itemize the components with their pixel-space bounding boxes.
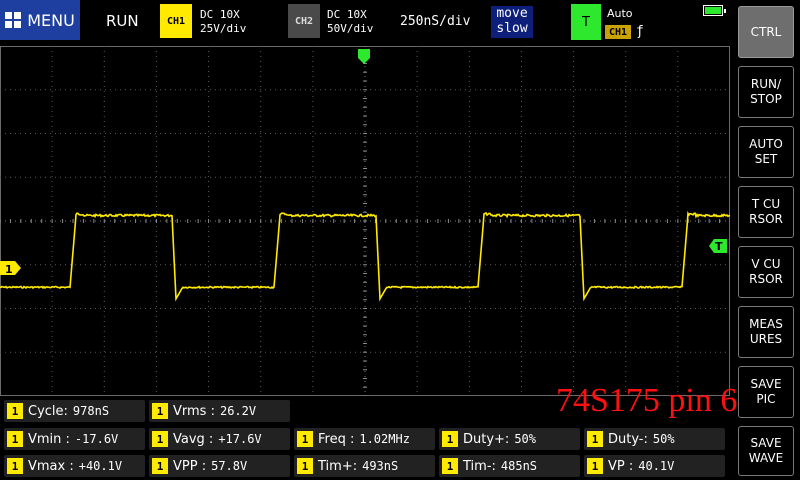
- measurement-name: Tim-:: [463, 458, 496, 474]
- ch1-scale: 25V/div: [200, 22, 247, 35]
- measurement-channel-tag: 1: [442, 431, 458, 447]
- measurement-vavg[interactable]: 1 Vavg : +17.6V: [149, 428, 290, 450]
- ch1-settings[interactable]: DC 10X 25V/div: [200, 8, 246, 36]
- measurement-value: 40.1V: [638, 459, 675, 473]
- measurement-dutyplus[interactable]: 1 Duty+: 50%: [439, 428, 580, 450]
- measurement-value: 50%: [652, 432, 675, 446]
- measurement-name: Duty+:: [463, 431, 510, 447]
- measurement-timplus[interactable]: 1 Tim+: 493nS: [294, 455, 435, 477]
- measurement-dutyminus[interactable]: 1 Duty-: 50%: [584, 428, 725, 450]
- measurement-name: Tim+:: [318, 458, 358, 474]
- menu-label: MENU: [27, 10, 75, 30]
- ch1-marker-label: 1: [5, 263, 13, 276]
- move-speed: slow: [496, 21, 528, 36]
- measurement-vp[interactable]: 1 VP : 40.1V: [584, 455, 725, 477]
- side-button-measures[interactable]: MEAS URES: [738, 306, 794, 358]
- measurement-channel-tag: 1: [152, 431, 168, 447]
- measurement-channel-tag: 1: [7, 458, 23, 474]
- measurement-name: Vmin :: [28, 431, 70, 447]
- measurement-value: -17.6V: [74, 432, 119, 446]
- side-button-savepic[interactable]: SAVE PIC: [738, 366, 794, 418]
- trigger-marker-label: T: [715, 240, 723, 253]
- ch2-coupling: DC 10X: [327, 8, 367, 21]
- trigger-source[interactable]: CH1: [605, 25, 631, 39]
- oscilloscope-screen[interactable]: 1 T: [0, 46, 730, 396]
- menu-button[interactable]: MENU: [0, 0, 80, 40]
- measurement-vmin[interactable]: 1 Vmin : -17.6V: [4, 428, 145, 450]
- side-button-vcursor[interactable]: V CU RSOR: [738, 246, 794, 298]
- measurement-vrms[interactable]: 1 Vrms : 26.2V: [149, 400, 290, 422]
- measurement-name: Cycle:: [28, 403, 68, 419]
- ch2-badge[interactable]: CH2: [288, 4, 320, 38]
- measurement-channel-tag: 1: [7, 403, 23, 419]
- measurement-freq[interactable]: 1 Freq : 1.02MHz: [294, 428, 435, 450]
- ch1-badge[interactable]: CH1: [160, 4, 192, 38]
- measurement-channel-tag: 1: [587, 431, 603, 447]
- measurement-channel-tag: 1: [442, 458, 458, 474]
- trigger-mode[interactable]: Auto: [607, 7, 633, 20]
- measurement-vmax[interactable]: 1 Vmax : +40.1V: [4, 455, 145, 477]
- menu-grid-icon: [5, 12, 22, 28]
- side-button-savewave[interactable]: SAVE WAVE: [738, 426, 794, 476]
- measurement-value: 57.8V: [211, 459, 248, 473]
- measurement-cycle[interactable]: 1 Cycle: 978nS: [4, 400, 145, 422]
- measurement-name: Duty-:: [608, 431, 648, 447]
- measurement-timminus[interactable]: 1 Tim-: 485nS: [439, 455, 580, 477]
- measurement-channel-tag: 1: [587, 458, 603, 474]
- trigger-badge[interactable]: T: [571, 4, 601, 40]
- battery-icon: [703, 5, 726, 16]
- move-speed-toggle[interactable]: move slow: [491, 6, 533, 38]
- measurement-value: 978nS: [72, 404, 110, 418]
- measurement-vpp[interactable]: 1 VPP : 57.8V: [149, 455, 290, 477]
- measurement-name: Vavg :: [173, 431, 214, 447]
- measurement-channel-tag: 1: [297, 458, 313, 474]
- measurement-value: 26.2V: [219, 404, 257, 418]
- side-button-autoset[interactable]: AUTO SET: [738, 126, 794, 178]
- side-button-runstop[interactable]: RUN/ STOP: [738, 66, 794, 118]
- measurement-value: +40.1V: [78, 459, 123, 473]
- side-button-ctrl[interactable]: CTRL: [738, 6, 794, 58]
- ch2-settings[interactable]: DC 10X 50V/div: [327, 8, 373, 36]
- measurement-name: VP :: [608, 458, 634, 474]
- measurement-channel-tag: 1: [7, 431, 23, 447]
- side-button-tcursor[interactable]: T CU RSOR: [738, 186, 794, 238]
- measurement-value: 1.02MHz: [359, 432, 410, 446]
- measurement-value: 485nS: [500, 459, 538, 473]
- measurement-channel-tag: 1: [297, 431, 313, 447]
- battery-fill: [705, 7, 721, 14]
- measurement-value: 50%: [514, 432, 536, 446]
- measurement-name: Vmax :: [28, 458, 74, 474]
- run-status: RUN: [106, 12, 139, 30]
- measurement-name: Freq :: [318, 431, 355, 447]
- measurement-value: +17.6V: [218, 432, 262, 446]
- measurement-value: 493nS: [362, 459, 399, 473]
- measurement-channel-tag: 1: [152, 458, 168, 474]
- timebase-readout[interactable]: 250nS/div: [400, 14, 470, 29]
- annotation-label: 74S175 pin 6: [556, 382, 738, 419]
- rising-edge-icon[interactable]: ƒ: [636, 24, 644, 39]
- measurement-channel-tag: 1: [152, 403, 168, 419]
- move-label: move: [496, 6, 528, 21]
- ch1-coupling: DC 10X: [200, 8, 240, 21]
- measurement-name: VPP :: [173, 458, 207, 474]
- ch2-scale: 50V/div: [327, 22, 374, 35]
- measurement-name: Vrms :: [173, 403, 215, 419]
